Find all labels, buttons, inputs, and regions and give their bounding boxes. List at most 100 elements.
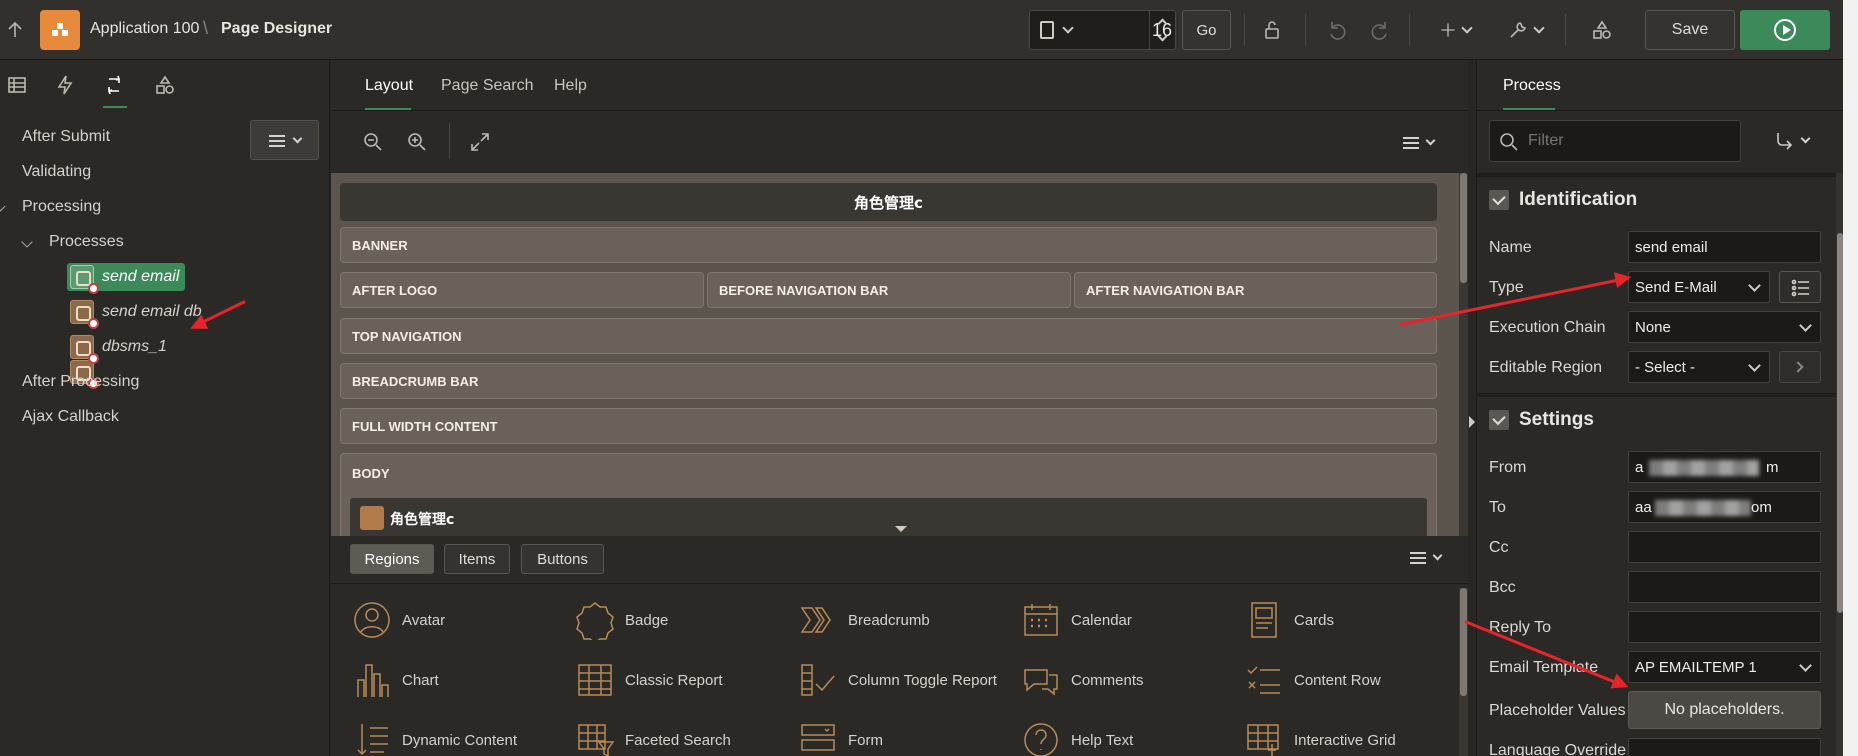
region-top-navigation[interactable]: TOP NAVIGATION (340, 318, 1437, 354)
filter-input[interactable] (1528, 129, 1728, 153)
up-arrow-icon[interactable] (2, 16, 28, 44)
placeholder-values-button[interactable]: No placeholders. (1628, 691, 1821, 729)
error-badge-icon (88, 318, 99, 329)
page-header-region[interactable]: 角色管理c (340, 183, 1437, 221)
palette-faceted-search[interactable]: Faceted Search (575, 718, 731, 756)
to-label: To (1489, 499, 1506, 516)
collapse-icon (1489, 410, 1509, 430)
reply-to-field[interactable] (1628, 611, 1821, 643)
processing-tab-underline (103, 106, 127, 108)
type-list-button[interactable] (1779, 271, 1821, 303)
tree-after-processing[interactable]: After Processing (22, 373, 139, 391)
palette-breadcrumb[interactable]: Breadcrumb (798, 598, 930, 642)
palette-avatar[interactable]: Avatar (352, 598, 445, 642)
chevron-down-icon[interactable] (21, 236, 33, 248)
utilities-menu-button[interactable] (1505, 16, 1545, 44)
tab-layout[interactable]: Layout (365, 77, 413, 95)
page-stepper[interactable] (1149, 10, 1176, 50)
palette-classic-report[interactable]: Classic Report (575, 658, 723, 702)
palette-dynamic-content[interactable]: Dynamic Content (352, 718, 517, 756)
palette-content-row[interactable]: Content Row (1244, 658, 1381, 702)
palette-interactive-grid[interactable]: Interactive Grid (1244, 718, 1396, 756)
gallery-scrollbar[interactable] (1459, 588, 1468, 756)
tree-processes[interactable]: Processes (49, 233, 124, 251)
go-to-group-button[interactable] (1773, 130, 1817, 154)
tree-process-send-email-db[interactable]: send email db (102, 303, 202, 321)
email-template-select[interactable]: AP EMAILTEMP 1 (1628, 651, 1821, 683)
palette-comments[interactable]: Comments (1021, 658, 1144, 702)
layout-menu-button[interactable] (1401, 132, 1446, 154)
dynamic-actions-tab-icon[interactable] (52, 72, 78, 98)
tree-validating[interactable]: Validating (22, 163, 91, 181)
canvas-scrollbar[interactable] (1459, 173, 1468, 585)
splitter-handle[interactable] (895, 526, 907, 532)
property-editor: Process Identification Name send email T… (1476, 60, 1858, 756)
palette-column-toggle-report[interactable]: Column Toggle Report (798, 658, 997, 702)
create-menu-button[interactable] (1435, 16, 1475, 44)
palette-cards[interactable]: Cards (1244, 598, 1334, 642)
run-page-button[interactable] (1740, 10, 1830, 50)
tab-page-search[interactable]: Page Search (441, 77, 534, 95)
palette-chart[interactable]: Chart (352, 658, 439, 702)
right-splitter-handle[interactable] (1469, 416, 1475, 428)
identification-header[interactable]: Identification (1477, 177, 1835, 223)
settings-header[interactable]: Settings (1477, 397, 1835, 443)
app-title[interactable]: Application 100 (90, 20, 199, 38)
lock-icon[interactable] (1258, 16, 1286, 44)
editable-region-go-button[interactable] (1779, 351, 1821, 383)
palette-calendar[interactable]: Calendar (1021, 598, 1132, 642)
gallery-tab-buttons[interactable]: Buttons (521, 544, 604, 574)
bcc-field[interactable] (1628, 571, 1821, 603)
tab-process[interactable]: Process (1503, 77, 1561, 95)
processing-tab-icon[interactable] (101, 72, 127, 98)
tree-process-dbsms[interactable]: dbsms_1 (102, 338, 167, 356)
zoom-out-icon[interactable] (360, 129, 386, 155)
region-after-logo[interactable]: AFTER LOGO (340, 272, 704, 308)
editable-region-select[interactable]: - Select - (1628, 351, 1770, 383)
tree-after-submit[interactable]: After Submit (22, 128, 110, 146)
region-breadcrumb-bar[interactable]: BREADCRUMB BAR (340, 363, 1437, 399)
tree-processing[interactable]: Processing (22, 198, 101, 216)
save-button[interactable]: Save (1645, 10, 1735, 50)
palette-help-text[interactable]: Help Text (1021, 718, 1133, 756)
rendering-tab-icon[interactable] (4, 72, 30, 98)
tree-process-label[interactable]: send email (102, 268, 179, 286)
region-before-navigation-bar[interactable]: BEFORE NAVIGATION BAR (707, 272, 1071, 308)
page-title: Page Designer (221, 20, 333, 37)
tree-ajax-callback[interactable]: Ajax Callback (22, 408, 119, 426)
zoom-in-icon[interactable] (404, 129, 430, 155)
editable-region-label: Editable Region (1489, 359, 1602, 376)
shared-components-icon[interactable] (1588, 16, 1616, 44)
redo-icon[interactable] (1367, 16, 1395, 44)
chevron-down-icon[interactable] (1157, 31, 1168, 42)
filter-box[interactable] (1489, 120, 1741, 162)
shared-components-tab-icon[interactable] (152, 72, 178, 98)
region-after-navigation-bar[interactable]: AFTER NAVIGATION BAR (1074, 272, 1437, 308)
palette-form[interactable]: Form (798, 718, 883, 756)
app-logo-icon[interactable] (40, 10, 80, 50)
body-region-card[interactable]: 角色管理c (350, 498, 1427, 538)
undo-icon[interactable] (1322, 16, 1350, 44)
tab-help[interactable]: Help (554, 77, 587, 95)
cc-field[interactable] (1628, 531, 1821, 563)
execution-chain-select[interactable]: None (1628, 311, 1821, 343)
language-override-field[interactable] (1628, 738, 1821, 756)
chevron-down-icon (292, 133, 303, 144)
region-full-width-content[interactable]: FULL WIDTH CONTENT (340, 408, 1437, 444)
region-banner[interactable]: BANNER (340, 227, 1437, 263)
gallery-tab-regions[interactable]: Regions (350, 544, 434, 574)
palette-badge[interactable]: Badge (575, 598, 668, 642)
gallery-menu-button[interactable] (1408, 547, 1453, 569)
to-field[interactable]: aa om (1628, 491, 1821, 523)
go-button[interactable]: Go (1182, 10, 1231, 50)
from-field[interactable]: a m (1628, 451, 1821, 483)
chevron-down-icon[interactable] (0, 201, 6, 212)
name-field[interactable]: send email (1628, 231, 1821, 263)
error-badge-icon (88, 283, 99, 294)
gallery-tab-items[interactable]: Items (444, 544, 510, 574)
type-select[interactable]: Send E-Mail (1628, 271, 1770, 303)
expand-icon[interactable] (467, 129, 493, 155)
cards-icon (1251, 602, 1277, 638)
chevron-up-icon[interactable] (1157, 18, 1168, 29)
tree-menu-button[interactable] (250, 120, 319, 160)
